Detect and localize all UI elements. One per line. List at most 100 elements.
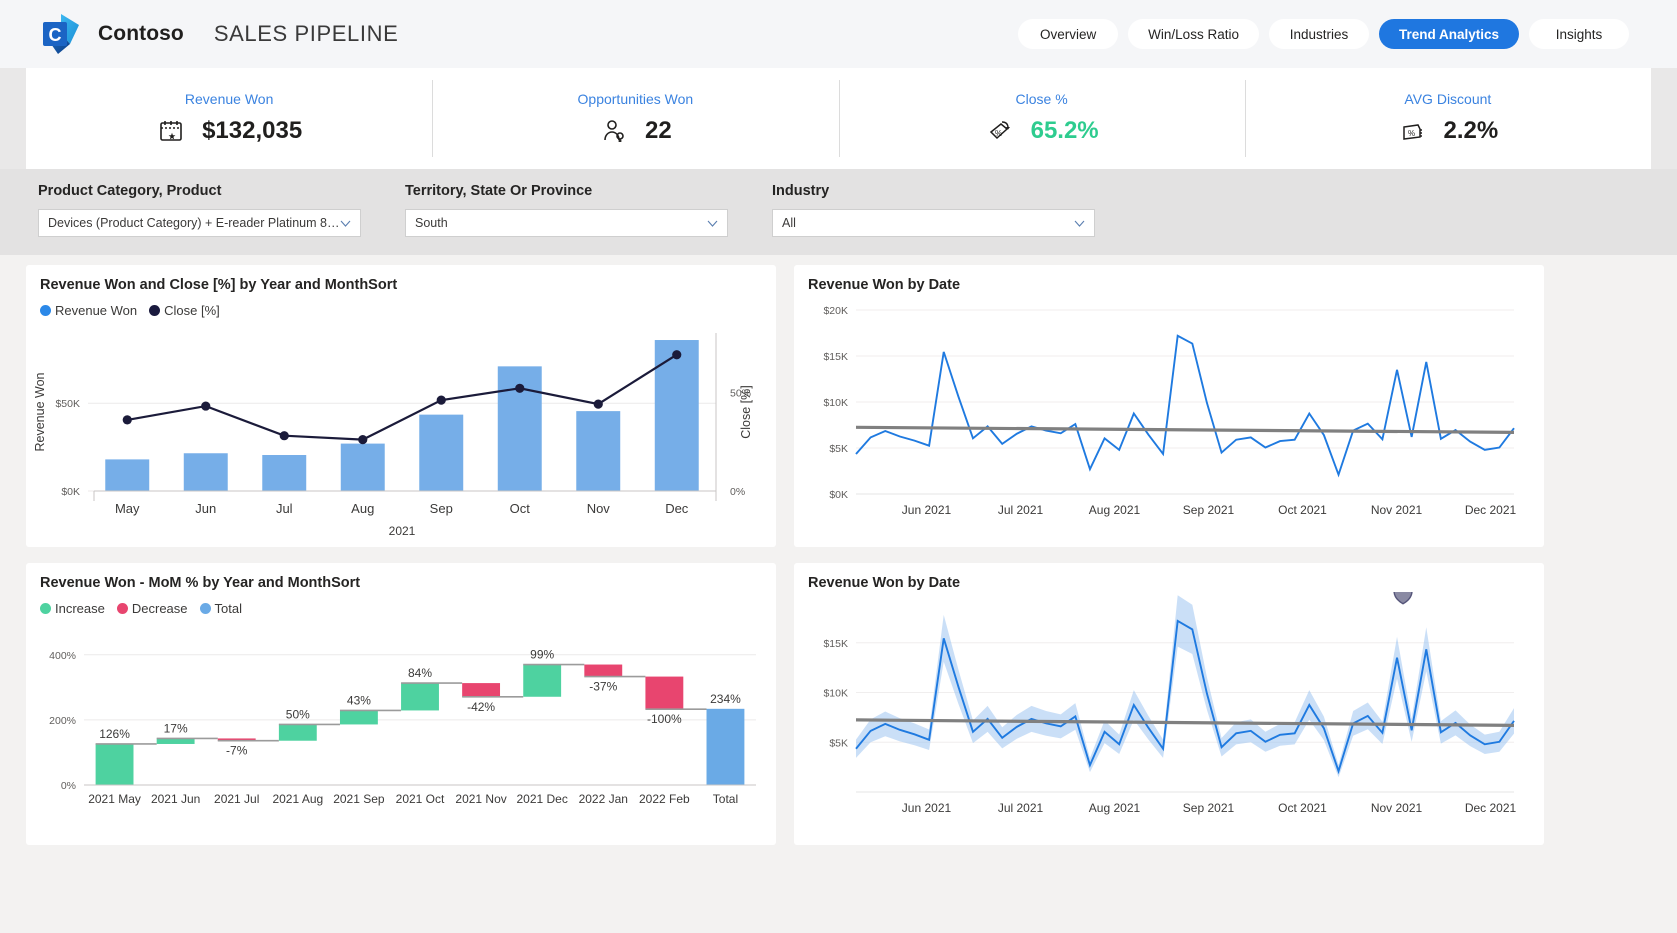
bar[interactable] — [655, 340, 699, 491]
visual-revenue-by-date-top[interactable]: Revenue Won by Date $0K$5K$10K$15K$20KJu… — [794, 265, 1544, 547]
x-tick-label: Dec — [665, 501, 689, 516]
legend-item[interactable]: Close [%] — [149, 303, 220, 318]
legend-item[interactable]: Total — [200, 601, 242, 616]
axis-label: 0% — [730, 486, 745, 498]
waterfall-bar[interactable] — [584, 665, 622, 677]
confidence-band — [856, 595, 1514, 777]
x-tick-label: Oct 2021 — [1278, 801, 1327, 815]
data-label: 17% — [164, 721, 188, 735]
discount-tag-icon: % — [1398, 116, 1428, 146]
x-tick-label: Oct — [510, 501, 531, 516]
slicer-product-category: Product Category, Product Devices (Produ… — [38, 183, 361, 237]
data-point[interactable] — [515, 384, 524, 393]
tab-overview[interactable]: Overview — [1018, 19, 1118, 49]
visual-title: Revenue Won - MoM % by Year and MonthSor… — [40, 575, 762, 591]
data-point[interactable] — [358, 435, 367, 444]
data-point[interactable] — [437, 396, 446, 405]
data-point[interactable] — [123, 415, 132, 424]
slicer-industry-dropdown[interactable]: All — [772, 209, 1095, 237]
kpi-close-percent[interactable]: Close % % 65.2% — [839, 68, 1245, 169]
chevron-down-icon — [1074, 218, 1085, 229]
waterfall-bar[interactable] — [462, 683, 500, 697]
kpi-title: Close % — [1016, 91, 1068, 107]
slicer-label: Territory, State Or Province — [405, 183, 728, 199]
axis-label: 400% — [49, 650, 76, 662]
waterfall-bar[interactable] — [401, 683, 439, 710]
legend-label: Revenue Won — [55, 303, 137, 318]
bar[interactable] — [105, 459, 149, 491]
data-point[interactable] — [280, 431, 289, 440]
slicer-label: Product Category, Product — [38, 183, 361, 199]
kpi-value: 65.2% — [1031, 117, 1099, 145]
x-tick-label: 2022 Feb — [639, 792, 690, 806]
kpi-revenue-won[interactable]: Revenue Won $132,035 — [26, 68, 432, 169]
waterfall-bar[interactable] — [96, 744, 134, 785]
line-chart-top-plot: $0K$5K$10K$15K$20KJun 2021Jul 2021Aug 20… — [794, 294, 1544, 547]
svg-text:%: % — [1408, 129, 1415, 138]
x-tick-label: Aug 2021 — [1089, 801, 1141, 815]
x-tick-label: Nov 2021 — [1371, 503, 1423, 517]
kpi-title: Revenue Won — [185, 91, 273, 107]
x-tick-label: 2021 Dec — [516, 792, 567, 806]
bar[interactable] — [262, 455, 306, 491]
data-label: 234% — [710, 692, 741, 706]
visual-revenue-by-date-bottom[interactable]: Revenue Won by Date $5K$10K$15KJun 2021J… — [794, 563, 1544, 845]
waterfall-bar[interactable] — [707, 709, 745, 785]
kpi-title: Opportunities Won — [578, 91, 694, 107]
tab-trend-analytics[interactable]: Trend Analytics — [1379, 19, 1519, 49]
axis-label: $5K — [829, 443, 848, 455]
legend-swatch — [40, 603, 51, 614]
data-label: 50% — [286, 707, 310, 721]
axis-label: $0K — [61, 486, 80, 498]
legend-label: Close [%] — [164, 303, 220, 318]
x-tick-label: 2022 Jan — [579, 792, 628, 806]
anomaly-marker-icon[interactable] — [1394, 592, 1412, 604]
slicer-value: Devices (Product Category) + E-reader Pl… — [48, 216, 340, 230]
x-tick-label: Nov — [587, 501, 611, 516]
tab-insights[interactable]: Insights — [1529, 19, 1629, 49]
bar[interactable] — [419, 415, 463, 491]
visual-revenue-close-combo[interactable]: Revenue Won and Close [%] by Year and Mo… — [26, 265, 776, 547]
bar[interactable] — [341, 444, 385, 491]
axis-label: $10K — [823, 397, 848, 409]
percent-arrow-icon: % — [985, 116, 1015, 146]
tab-win-loss-ratio[interactable]: Win/Loss Ratio — [1128, 19, 1259, 49]
x-tick-label: 2021 Nov — [455, 792, 506, 806]
slicer-product-category-dropdown[interactable]: Devices (Product Category) + E-reader Pl… — [38, 209, 361, 237]
waterfall-bar[interactable] — [157, 738, 195, 744]
report-canvas: Revenue Won and Close [%] by Year and Mo… — [0, 255, 1677, 859]
bar[interactable] — [184, 453, 228, 491]
slicer-territory-dropdown[interactable]: South — [405, 209, 728, 237]
legend-swatch — [117, 603, 128, 614]
data-point[interactable] — [672, 350, 681, 359]
kpi-avg-discount[interactable]: AVG Discount % 2.2% — [1245, 68, 1651, 169]
x-tick-label: Aug — [351, 501, 374, 516]
legend-item[interactable]: Revenue Won — [40, 303, 137, 318]
legend: Increase Decrease Total — [40, 601, 762, 616]
x-tick-label: Oct 2021 — [1278, 503, 1327, 517]
tab-industries[interactable]: Industries — [1269, 19, 1369, 49]
waterfall-bar[interactable] — [279, 724, 317, 740]
legend-item[interactable]: Decrease — [117, 601, 188, 616]
y2-axis-title: Close [%] — [739, 385, 753, 439]
data-point[interactable] — [594, 400, 603, 409]
waterfall-bar[interactable] — [340, 710, 378, 724]
data-label: 43% — [347, 693, 371, 707]
data-point[interactable] — [201, 401, 210, 410]
legend-label: Increase — [55, 601, 105, 616]
legend-item[interactable]: Increase — [40, 601, 105, 616]
kpi-opportunities-won[interactable]: Opportunities Won 22 — [432, 68, 838, 169]
app-header: C Contoso SALES PIPELINE Overview Win/Lo… — [0, 0, 1677, 68]
legend-swatch — [200, 603, 211, 614]
axis-label: 200% — [49, 715, 76, 727]
visual-mom-waterfall[interactable]: Revenue Won - MoM % by Year and MonthSor… — [26, 563, 776, 845]
kpi-value: $132,035 — [202, 117, 302, 145]
waterfall-bar[interactable] — [523, 665, 561, 697]
data-label: -37% — [589, 680, 617, 694]
data-label: 84% — [408, 666, 432, 680]
slicer-industry: Industry All — [772, 183, 1095, 237]
bar[interactable] — [576, 411, 620, 491]
axis-label: $5K — [829, 737, 848, 749]
brand-name: Contoso — [98, 22, 184, 46]
waterfall-bar[interactable] — [645, 677, 683, 710]
